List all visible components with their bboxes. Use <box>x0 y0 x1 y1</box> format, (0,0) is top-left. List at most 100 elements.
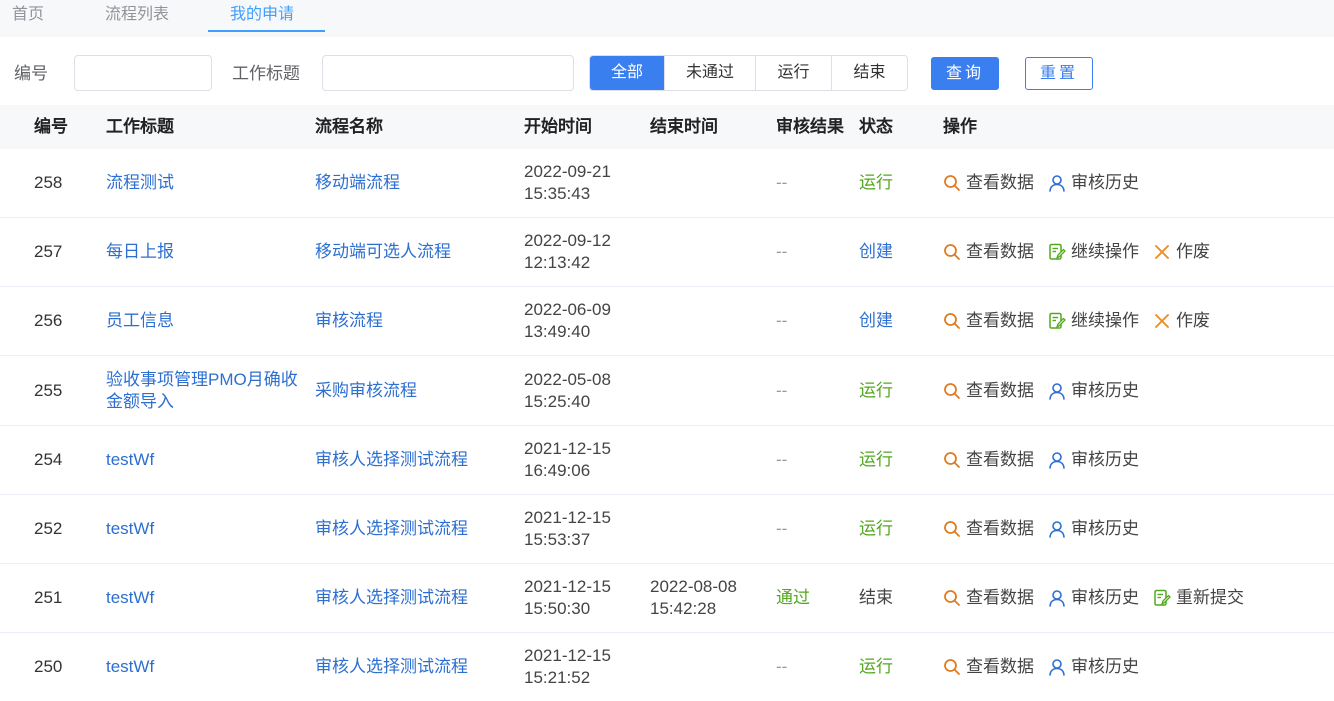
cell-id: 251 <box>34 588 63 608</box>
cell-result: -- <box>776 519 788 538</box>
op-close-action[interactable]: 作废 <box>1153 241 1210 263</box>
cell-result: 通过 <box>776 588 810 608</box>
tab-home[interactable]: 首页 <box>12 0 44 32</box>
search-icon <box>943 312 961 330</box>
op-label: 查看数据 <box>966 588 1034 608</box>
search-icon <box>943 243 961 261</box>
cell-title-link[interactable]: 每日上报 <box>106 218 311 286</box>
start-date: 2022-05-08 <box>524 369 611 389</box>
title-filter-label: 工作标题 <box>232 64 300 83</box>
edit-icon <box>1153 589 1171 607</box>
op-user-action[interactable]: 审核历史 <box>1048 380 1139 402</box>
segment-finished[interactable]: 结束 <box>832 56 907 90</box>
op-search-action[interactable]: 查看数据 <box>943 518 1034 540</box>
cell-title-link[interactable]: testWf <box>106 564 311 632</box>
cell-ops: 查看数据 审核历史 <box>943 633 1139 701</box>
op-label: 审核历史 <box>1071 173 1139 192</box>
op-user-action[interactable]: 审核历史 <box>1048 656 1139 678</box>
cell-result: -- <box>776 173 788 192</box>
cell-id: 255 <box>34 380 63 400</box>
op-label: 重新提交 <box>1176 588 1244 608</box>
user-icon <box>1048 520 1066 538</box>
cell-flow-link[interactable]: 移动端可选人流程 <box>315 218 451 286</box>
cell-flow-link[interactable]: 审核人选择测试流程 <box>315 495 468 563</box>
start-clock: 16:49:06 <box>524 460 591 480</box>
op-user-action[interactable]: 审核历史 <box>1048 587 1139 609</box>
op-user-action[interactable]: 审核历史 <box>1048 518 1139 540</box>
op-label: 审核历史 <box>1071 657 1139 677</box>
op-user-action[interactable]: 审核历史 <box>1048 449 1139 471</box>
start-clock: 15:50:30 <box>524 599 591 619</box>
op-search-action[interactable]: 查看数据 <box>943 587 1034 609</box>
status-badge: 创建 <box>859 311 893 331</box>
status-badge: 运行 <box>859 449 893 469</box>
cell-title-link[interactable]: 验收事项管理PMO月确收金额导入 <box>106 357 311 425</box>
cell-ops: 查看数据 审核历史 <box>943 495 1139 563</box>
op-close-action[interactable]: 作废 <box>1153 310 1210 332</box>
cell-title-link[interactable]: testWf <box>106 426 311 494</box>
reset-button[interactable]: 重置 <box>1025 57 1093 90</box>
cell-title-link[interactable]: 流程测试 <box>106 149 311 217</box>
op-edit-action[interactable]: 重新提交 <box>1153 587 1244 609</box>
cell-flow-link[interactable]: 采购审核流程 <box>315 357 417 425</box>
search-icon <box>943 589 961 607</box>
tab-my-applications[interactable]: 我的申请 <box>230 0 294 32</box>
id-filter-input[interactable] <box>74 55 212 91</box>
op-label: 继续操作 <box>1071 242 1139 262</box>
table-row: 252 testWf 审核人选择测试流程 2021-12-15 15:53:37 -- 运行… <box>0 495 1334 564</box>
cell-title-link[interactable]: testWf <box>106 495 311 563</box>
start-clock: 12:13:42 <box>524 253 591 273</box>
op-label: 审核历史 <box>1071 588 1139 608</box>
cell-flow-link[interactable]: 审核人选择测试流程 <box>315 426 468 494</box>
cell-flow-link[interactable]: 审核流程 <box>315 287 383 355</box>
cell-id: 257 <box>34 242 63 262</box>
close-icon <box>1153 312 1171 330</box>
cell-title-link[interactable]: 员工信息 <box>106 287 311 355</box>
active-tab-indicator <box>208 30 325 32</box>
segment-all[interactable]: 全部 <box>590 56 665 90</box>
op-search-action[interactable]: 查看数据 <box>943 380 1034 402</box>
cell-flow-link[interactable]: 审核人选择测试流程 <box>315 633 468 701</box>
op-search-action[interactable]: 查看数据 <box>943 241 1034 263</box>
op-label: 查看数据 <box>966 242 1034 262</box>
op-label: 查看数据 <box>966 657 1034 677</box>
op-edit-action[interactable]: 继续操作 <box>1048 241 1139 263</box>
cell-result: -- <box>776 380 788 400</box>
search-icon <box>943 658 961 676</box>
cell-id: 252 <box>34 519 63 538</box>
op-search-action[interactable]: 查看数据 <box>943 656 1034 678</box>
cell-flow-link[interactable]: 移动端流程 <box>315 149 400 217</box>
cell-start-time: 2022-05-08 15:25:40 <box>524 357 611 425</box>
segment-rejected[interactable]: 未通过 <box>665 56 756 90</box>
op-user-action[interactable]: 审核历史 <box>1048 172 1139 194</box>
status-badge: 结束 <box>859 588 893 608</box>
op-label: 查看数据 <box>966 173 1034 192</box>
table-row: 254 testWf 审核人选择测试流程 2021-12-15 16:49:06 -- 运行… <box>0 426 1334 495</box>
segment-running[interactable]: 运行 <box>756 56 832 90</box>
cell-title-link[interactable]: testWf <box>106 633 311 701</box>
op-label: 作废 <box>1176 242 1210 262</box>
cell-start-time: 2021-12-15 16:49:06 <box>524 426 611 494</box>
status-badge: 运行 <box>859 173 893 192</box>
edit-icon <box>1048 312 1066 330</box>
op-label: 审核历史 <box>1071 449 1139 469</box>
cell-start-time: 2022-06-09 13:49:40 <box>524 287 611 355</box>
op-search-action[interactable]: 查看数据 <box>943 172 1034 194</box>
table-row: 256 员工信息 审核流程 2022-06-09 13:49:40 -- 创建 查看数据 继续操… <box>0 287 1334 357</box>
cell-flow-link[interactable]: 审核人选择测试流程 <box>315 564 468 632</box>
start-clock: 13:49:40 <box>524 322 591 342</box>
cell-ops: 查看数据 审核历史 <box>943 426 1139 494</box>
start-date: 2021-12-15 <box>524 508 611 527</box>
op-label: 查看数据 <box>966 449 1034 469</box>
op-search-action[interactable]: 查看数据 <box>943 310 1034 332</box>
start-clock: 15:53:37 <box>524 530 591 549</box>
op-edit-action[interactable]: 继续操作 <box>1048 310 1139 332</box>
cell-id: 256 <box>34 311 63 331</box>
query-button[interactable]: 查询 <box>931 57 999 90</box>
cell-result: -- <box>776 311 788 331</box>
tab-bar: 首页 流程列表 我的申请 <box>0 0 1334 37</box>
tab-process-list[interactable]: 流程列表 <box>105 0 169 32</box>
start-date: 2021-12-15 <box>524 646 611 666</box>
op-search-action[interactable]: 查看数据 <box>943 449 1034 471</box>
title-filter-input[interactable] <box>322 55 574 91</box>
